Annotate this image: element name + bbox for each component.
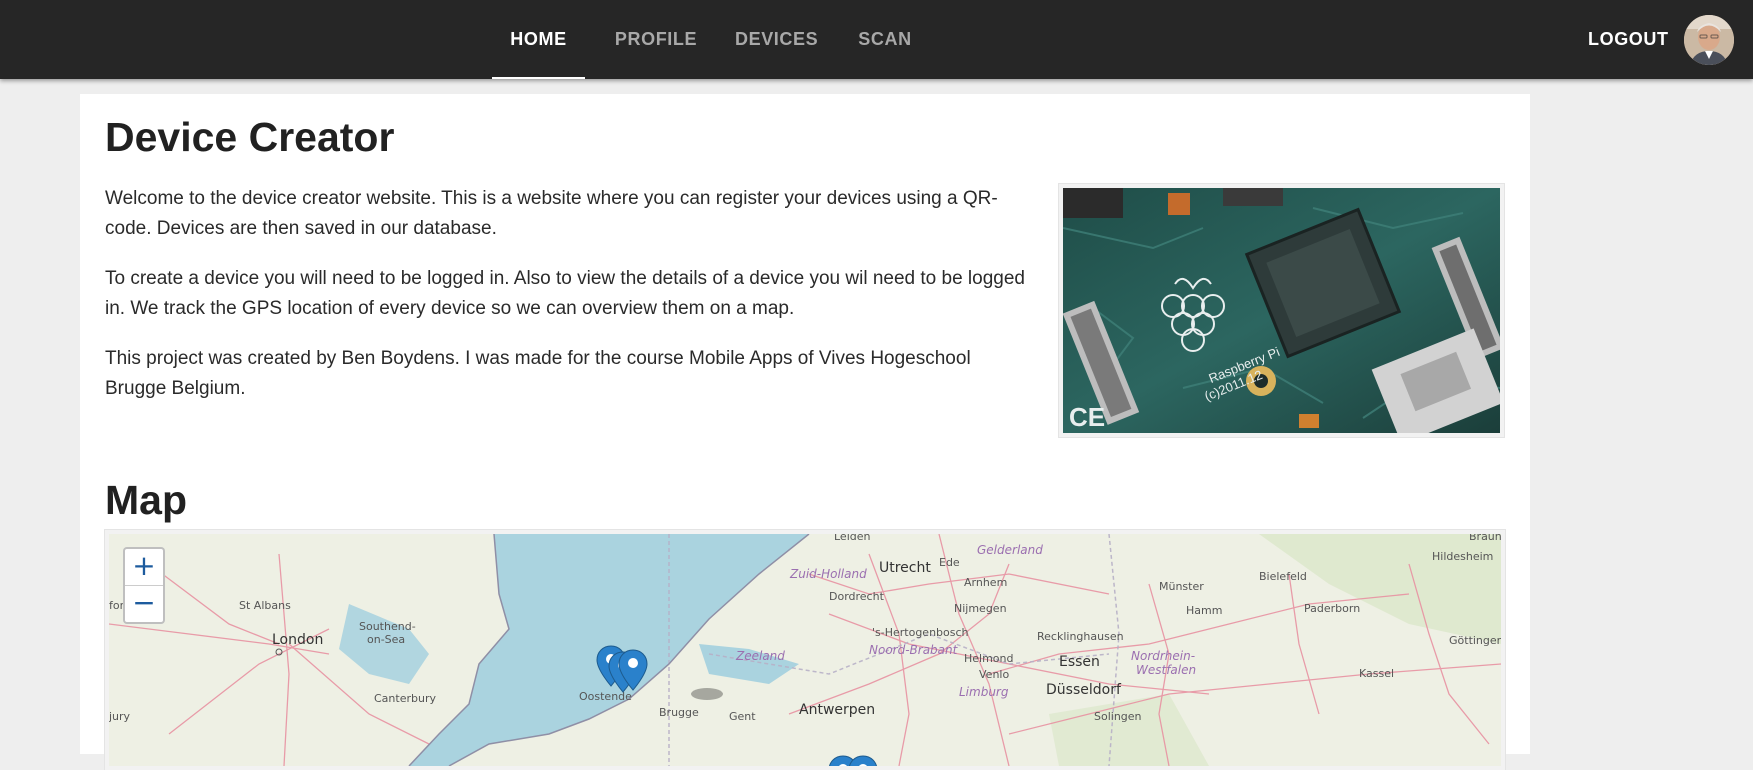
intro-paragraph: To create a device you will need to be l… — [105, 268, 1025, 319]
logout-button[interactable]: LOGOUT — [1588, 0, 1669, 79]
map-label: Brugge — [659, 706, 699, 719]
map-label: Recklinghausen — [1037, 630, 1124, 643]
tab-profile[interactable]: PROFILE — [595, 0, 717, 79]
map-label: Antwerpen — [799, 702, 875, 718]
intro-paragraph: This project was created by Ben Boydens.… — [105, 348, 971, 399]
top-navbar: HOME PROFILE DEVICES SCAN LOGOUT — [0, 0, 1753, 79]
map-label: Noord-Brabant — [869, 643, 959, 657]
map-label: Solingen — [1094, 710, 1142, 723]
map-label: Dordrecht — [829, 590, 885, 603]
map-label: Düsseldorf — [1046, 682, 1122, 698]
map-label: Nijmegen — [954, 602, 1007, 615]
svg-text:CE: CE — [1069, 402, 1105, 432]
map-label: Hamm — [1186, 604, 1222, 617]
map-label: Nordrhein- — [1131, 649, 1195, 663]
map-tiles[interactable]: Leiden Gelderland Hildesheim Braun Zuid-… — [109, 534, 1501, 766]
map-label: Gelderland — [977, 543, 1043, 557]
map-label: Zuid-Holland — [789, 567, 867, 581]
map-label: 's-Hertogenbosch — [872, 626, 969, 639]
map-label: Münster — [1159, 580, 1204, 593]
device-map[interactable]: Leiden Gelderland Hildesheim Braun Zuid-… — [105, 530, 1505, 770]
circuit-board-image: Raspberry Pi (c)2011.12 CE — [1063, 188, 1500, 433]
map-label: Göttingen — [1449, 634, 1501, 647]
map-label: Ede — [939, 556, 960, 569]
tab-devices[interactable]: DEVICES — [717, 0, 832, 79]
raspberry-pi-photo: Raspberry Pi (c)2011.12 CE — [1059, 184, 1504, 437]
map-label: jury — [109, 710, 131, 723]
map-label: Leiden — [834, 534, 871, 543]
tab-scan[interactable]: SCAN — [832, 0, 938, 79]
map-label: Utrecht — [879, 560, 931, 576]
tab-home[interactable]: HOME — [482, 0, 595, 79]
content-card: Device Creator Welcome to the device cre… — [80, 94, 1530, 770]
page-title: Device Creator — [105, 114, 395, 160]
map-label: Canterbury — [374, 692, 436, 705]
map-label: Braun — [1469, 534, 1501, 543]
map-label: Oostende — [579, 690, 632, 703]
map-label: Westfalen — [1136, 663, 1196, 677]
map-label: on-Sea — [367, 633, 405, 646]
map-label: Arnhem — [964, 576, 1007, 589]
map-label: Limburg — [959, 685, 1009, 699]
zoom-control: + − — [123, 547, 165, 624]
map-label: St Albans — [239, 599, 291, 612]
map-label: London — [272, 632, 323, 648]
intro-paragraph: Welcome to the device creator website. T… — [105, 188, 998, 239]
map-label: Essen — [1059, 654, 1100, 670]
map-label: Bielefeld — [1259, 570, 1307, 583]
nav-tabs: HOME PROFILE DEVICES SCAN — [482, 0, 938, 79]
map-label: Southend- — [359, 620, 416, 633]
map-label: Venlo — [979, 668, 1009, 681]
user-photo — [1684, 15, 1734, 65]
map-label: Helmond — [964, 652, 1014, 665]
map-label: Zeeland — [735, 649, 785, 663]
map-title: Map — [105, 477, 187, 523]
avatar[interactable] — [1684, 15, 1734, 65]
map-label: Hildesheim — [1432, 550, 1493, 563]
map-label: Gent — [729, 710, 756, 723]
intro-text: Welcome to the device creator website. T… — [105, 184, 1025, 424]
zoom-out-button[interactable]: − — [125, 585, 163, 622]
map-label: Paderborn — [1304, 602, 1360, 615]
map-label: Kassel — [1359, 667, 1394, 680]
zoom-in-button[interactable]: + — [125, 549, 163, 585]
